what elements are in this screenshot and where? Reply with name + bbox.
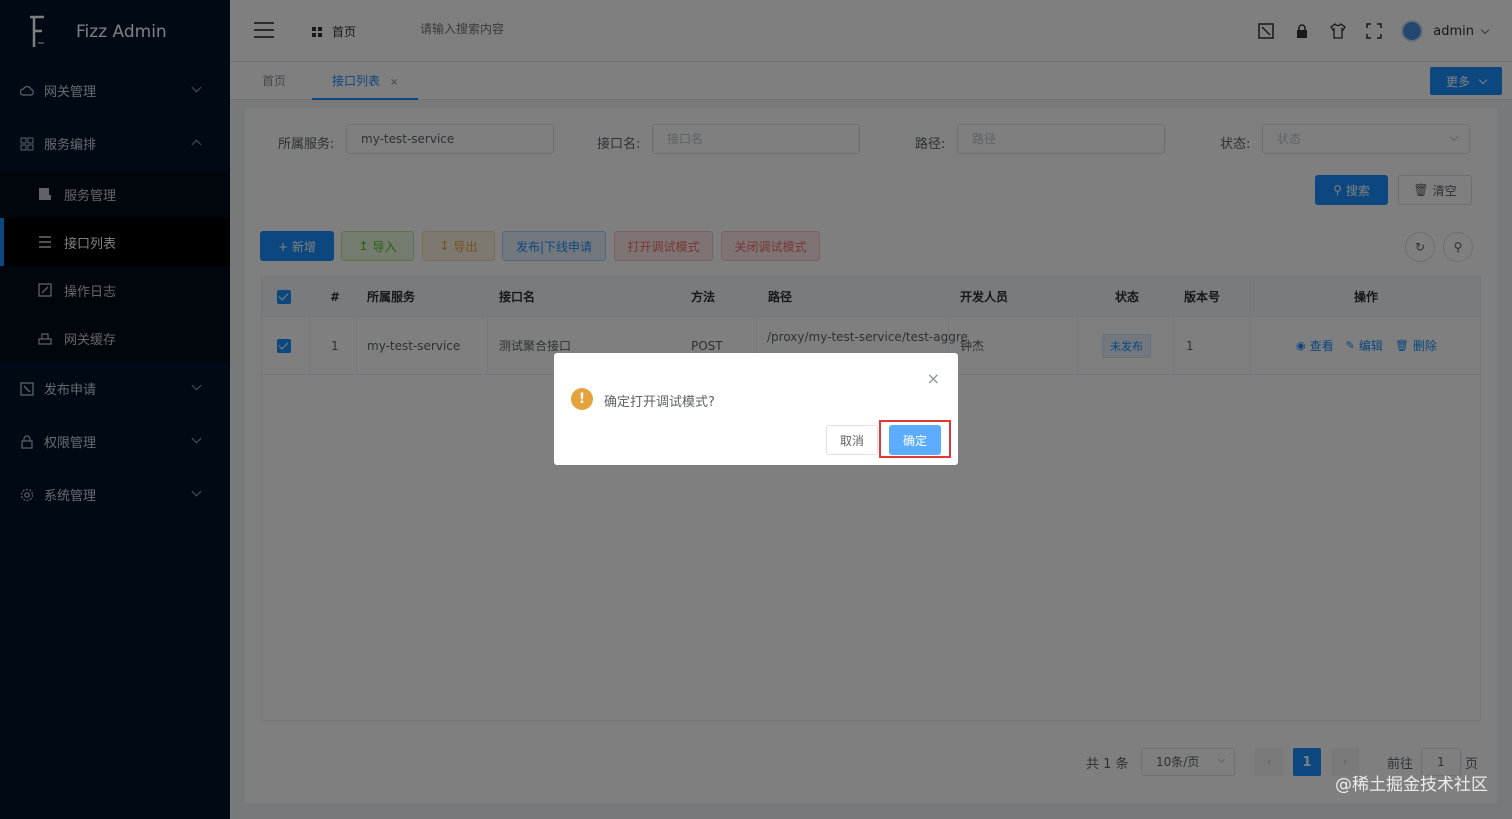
close-icon[interactable]: × [927,369,940,388]
confirm-button[interactable]: 确定 [889,425,941,455]
warning-icon: ! [571,388,593,410]
cancel-button[interactable]: 取消 [826,425,878,455]
dialog-message: 确定打开调试模式? [604,395,715,410]
confirm-dialog: × ! 确定打开调试模式? 取消 确定 [554,353,958,465]
watermark: @稀土掘金技术社区 [1335,775,1488,795]
